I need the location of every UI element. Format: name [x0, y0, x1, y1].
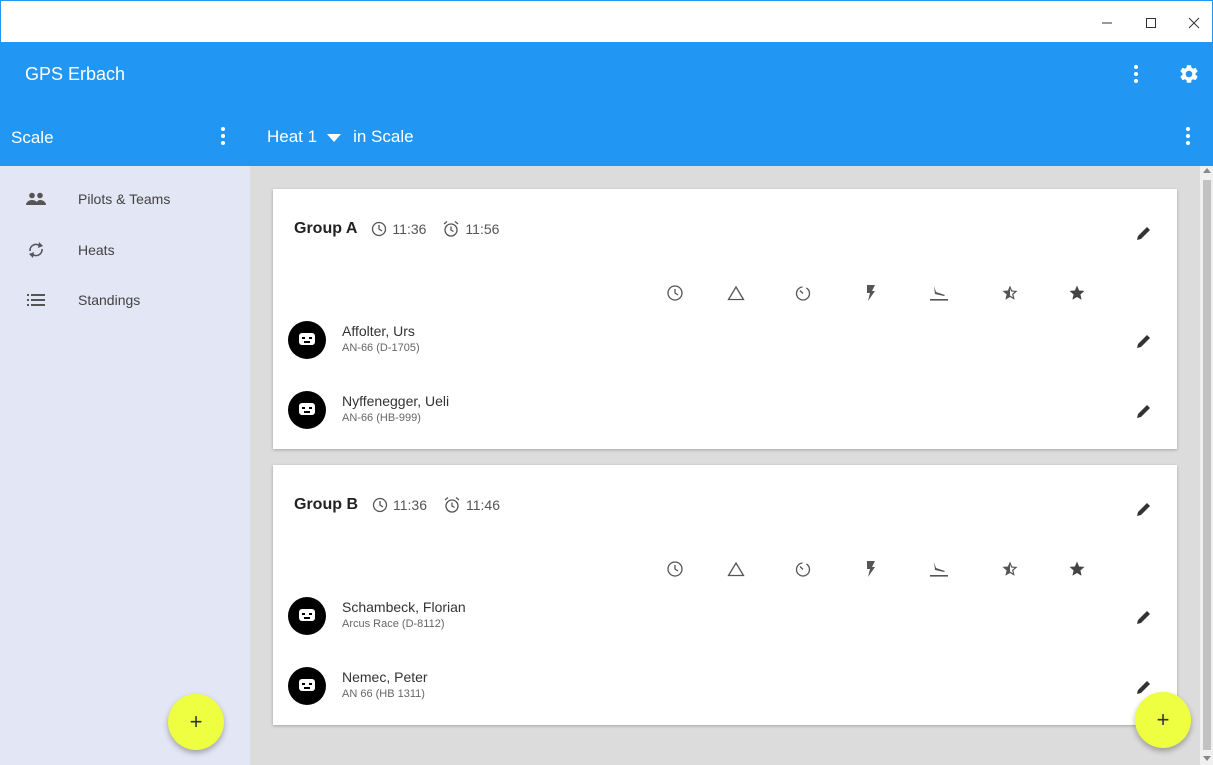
lightning-icon	[859, 557, 883, 581]
more-vert-icon[interactable]	[1133, 64, 1139, 89]
scroll-down-arrow-icon[interactable]	[1203, 756, 1211, 761]
pilot-plane: Arcus Race (D-8112)	[342, 618, 445, 630]
heat-scope-label: in Scale	[353, 127, 414, 146]
pilot-name: Schambeck, Florian	[342, 599, 466, 615]
add-group-fab[interactable]: +	[1135, 692, 1191, 748]
edit-pilot-button[interactable]	[1132, 605, 1156, 629]
add-icon: +	[189, 709, 203, 734]
close-icon	[1188, 17, 1200, 29]
triangle-icon	[724, 281, 748, 305]
section-bar: Scale Heat 1 in Scale	[0, 106, 1213, 166]
pencil-icon	[1137, 681, 1150, 694]
sync-icon	[24, 238, 48, 262]
group-card-b: Group B 11:36 11:46 Schambeck, Florian A…	[273, 465, 1177, 725]
pilot-plane: AN-66 (HB-999)	[342, 412, 421, 424]
app-bar: GPS Erbach	[0, 42, 1213, 106]
heat-menu-icon[interactable]	[1185, 126, 1191, 151]
avatar	[288, 597, 326, 635]
sidebar-item-pilots-teams[interactable]: Pilots & Teams	[0, 174, 250, 224]
pilot-plane: AN 66 (HB 1311)	[342, 688, 425, 700]
sidebar-item-standings[interactable]: Standings	[0, 275, 250, 325]
sidebar-item-label: Heats	[78, 242, 115, 258]
pilot-name: Affolter, Urs	[342, 323, 415, 339]
chevron-down-icon	[327, 127, 342, 147]
sidebar-item-heats[interactable]: Heats	[0, 225, 250, 275]
group-header: Group A 11:36 11:56	[294, 220, 515, 238]
vertical-scrollbar[interactable]	[1200, 166, 1213, 765]
half-star-icon	[998, 557, 1022, 581]
window-titlebar	[0, 0, 1213, 42]
start-time-value: 11:36	[392, 221, 427, 237]
edit-pilot-button[interactable]	[1132, 399, 1156, 423]
pencil-icon	[1137, 227, 1150, 240]
edit-group-button[interactable]	[1132, 497, 1156, 521]
alarm-clock-icon	[444, 497, 460, 513]
edit-pilot-button[interactable]	[1132, 329, 1156, 353]
clock-icon	[663, 281, 687, 305]
clock-icon	[372, 221, 387, 237]
group-name: Group A	[294, 220, 358, 237]
people-icon	[24, 187, 48, 211]
triangle-icon	[724, 557, 748, 581]
pencil-icon	[1137, 405, 1150, 418]
heat-selected-value: Heat 1	[267, 127, 318, 146]
alarm-time: 11:56	[442, 220, 499, 238]
add-pilot-fab[interactable]: +	[168, 694, 224, 750]
section-menu-icon[interactable]	[220, 126, 226, 151]
pilot-name: Nyffenegger, Ueli	[342, 393, 450, 409]
landing-icon	[927, 281, 951, 305]
score-column-icons	[273, 281, 1177, 305]
edit-group-button[interactable]	[1132, 221, 1156, 245]
add-icon: +	[1156, 707, 1170, 732]
lightning-icon	[859, 281, 883, 305]
alarm-clock-icon	[443, 221, 459, 237]
settings-gear-icon[interactable]	[1178, 63, 1200, 90]
pilot-row[interactable]: Nyffenegger, Ueli AN-66 (HB-999)	[288, 387, 1168, 435]
pilot-name: Nemec, Peter	[342, 669, 428, 685]
scrollbar-thumb[interactable]	[1203, 180, 1211, 750]
pilot-row[interactable]: Nemec, Peter AN 66 (HB 1311)	[288, 663, 1168, 711]
app-title: GPS Erbach	[25, 64, 126, 84]
maximize-button[interactable]	[1131, 11, 1171, 35]
star-icon	[1065, 557, 1089, 581]
scroll-up-arrow-icon[interactable]	[1203, 168, 1211, 173]
pilot-row[interactable]: Schambeck, Florian Arcus Race (D-8112)	[288, 593, 1168, 641]
heat-selector[interactable]: Heat 1 in Scale	[267, 127, 414, 147]
minimize-icon	[1102, 22, 1112, 24]
sidebar-item-label: Pilots & Teams	[78, 191, 171, 207]
pilot-row[interactable]: Affolter, Urs AN-66 (D-1705)	[288, 317, 1168, 365]
sidebar-item-label: Standings	[78, 292, 141, 308]
sidebar: Pilots & Teams Heats Standings +	[0, 166, 250, 765]
avatar	[288, 391, 326, 429]
avatar	[288, 321, 326, 359]
list-icon	[24, 288, 48, 312]
star-icon	[1065, 281, 1089, 305]
close-button[interactable]	[1174, 11, 1213, 35]
start-time-value: 11:36	[393, 497, 427, 513]
group-card-a: Group A 11:36 11:56 Affolter, Urs AN-66 …	[273, 189, 1177, 449]
clock-icon	[663, 557, 687, 581]
minimize-button[interactable]	[1087, 11, 1127, 35]
group-header: Group B 11:36 11:46	[294, 496, 516, 514]
timer-icon	[791, 557, 815, 581]
pencil-icon	[1137, 611, 1150, 624]
avatar	[288, 667, 326, 705]
pencil-icon	[1137, 335, 1150, 348]
alarm-time: 11:46	[443, 496, 500, 514]
start-time: 11:36	[372, 497, 427, 513]
landing-icon	[927, 557, 951, 581]
maximize-icon	[1146, 18, 1156, 28]
group-name: Group B	[294, 496, 358, 513]
section-title: Scale	[11, 128, 54, 147]
pilot-plane: AN-66 (D-1705)	[342, 342, 420, 354]
alarm-time-value: 11:46	[466, 497, 500, 513]
pencil-icon	[1137, 503, 1150, 516]
timer-icon	[791, 281, 815, 305]
clock-icon	[372, 497, 388, 513]
half-star-icon	[998, 281, 1022, 305]
start-time: 11:36	[371, 221, 426, 237]
alarm-time-value: 11:56	[465, 221, 500, 237]
score-column-icons	[273, 557, 1177, 581]
